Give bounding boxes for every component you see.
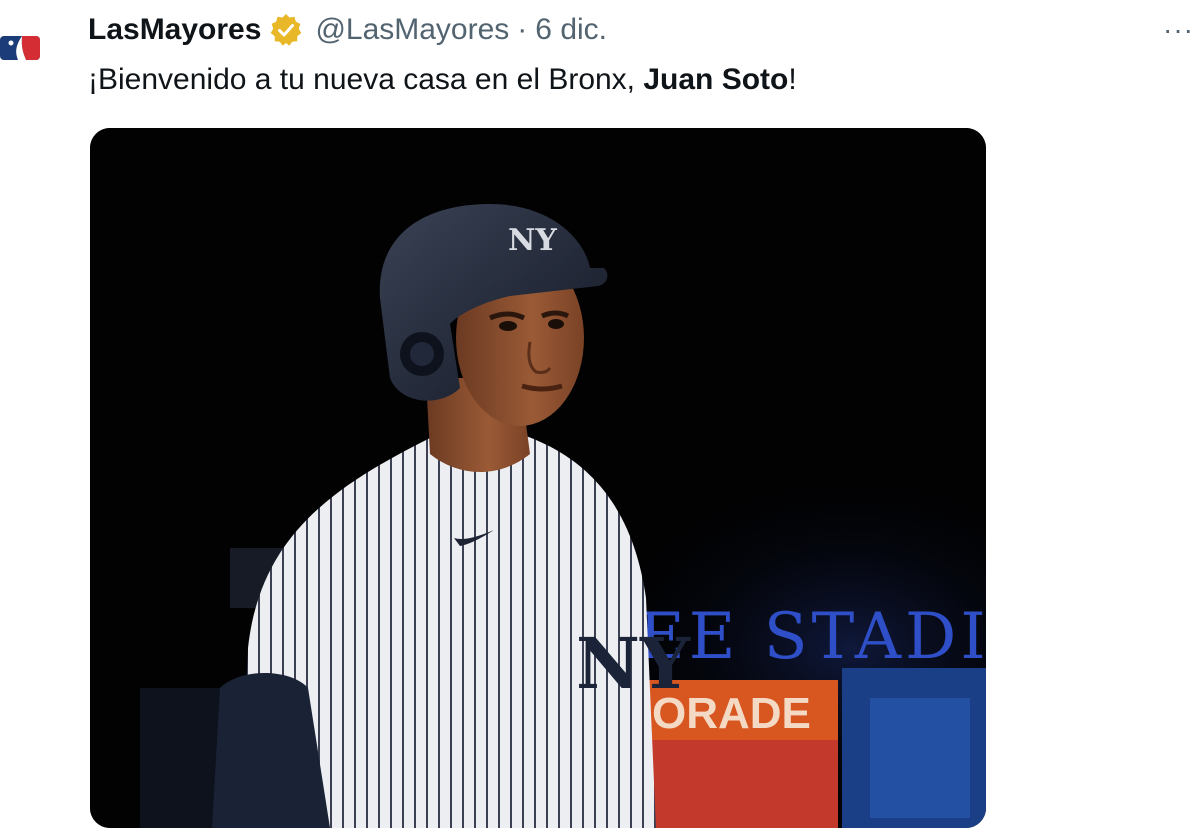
tweet-media-photo[interactable]: EE STADI ORADE NY NY	[90, 128, 986, 828]
tweet-date[interactable]: 6 dic.	[535, 13, 607, 47]
user-handle[interactable]: @LasMayores	[315, 13, 509, 47]
stadium-sign-text: EE STADI	[638, 600, 986, 674]
tweet-text: ¡Bienvenido a tu nueva casa en el Bronx,…	[88, 58, 797, 102]
tweet-text-prefix: ¡Bienvenido a tu nueva casa en el Bronx,	[88, 63, 644, 96]
mlb-logo-icon	[0, 36, 40, 60]
svg-text:NY: NY	[508, 223, 557, 258]
player-photo: EE STADI ORADE NY NY	[90, 128, 986, 828]
verified-badge-icon[interactable]	[269, 13, 303, 47]
svg-text:NY: NY	[576, 622, 691, 705]
more-options-icon[interactable]: ···	[1163, 14, 1194, 46]
avatar[interactable]	[0, 26, 44, 70]
tweet-text-suffix: !	[788, 63, 797, 96]
tweet-card[interactable]: LasMayores @LasMayores · 6 dic. ··· ¡Bie…	[0, 0, 1200, 828]
display-name[interactable]: LasMayores	[88, 13, 261, 47]
separator-dot: ·	[517, 13, 528, 46]
tweet-header: LasMayores @LasMayores · 6 dic.	[88, 10, 607, 50]
tweet-text-mention: Juan Soto	[643, 63, 789, 96]
